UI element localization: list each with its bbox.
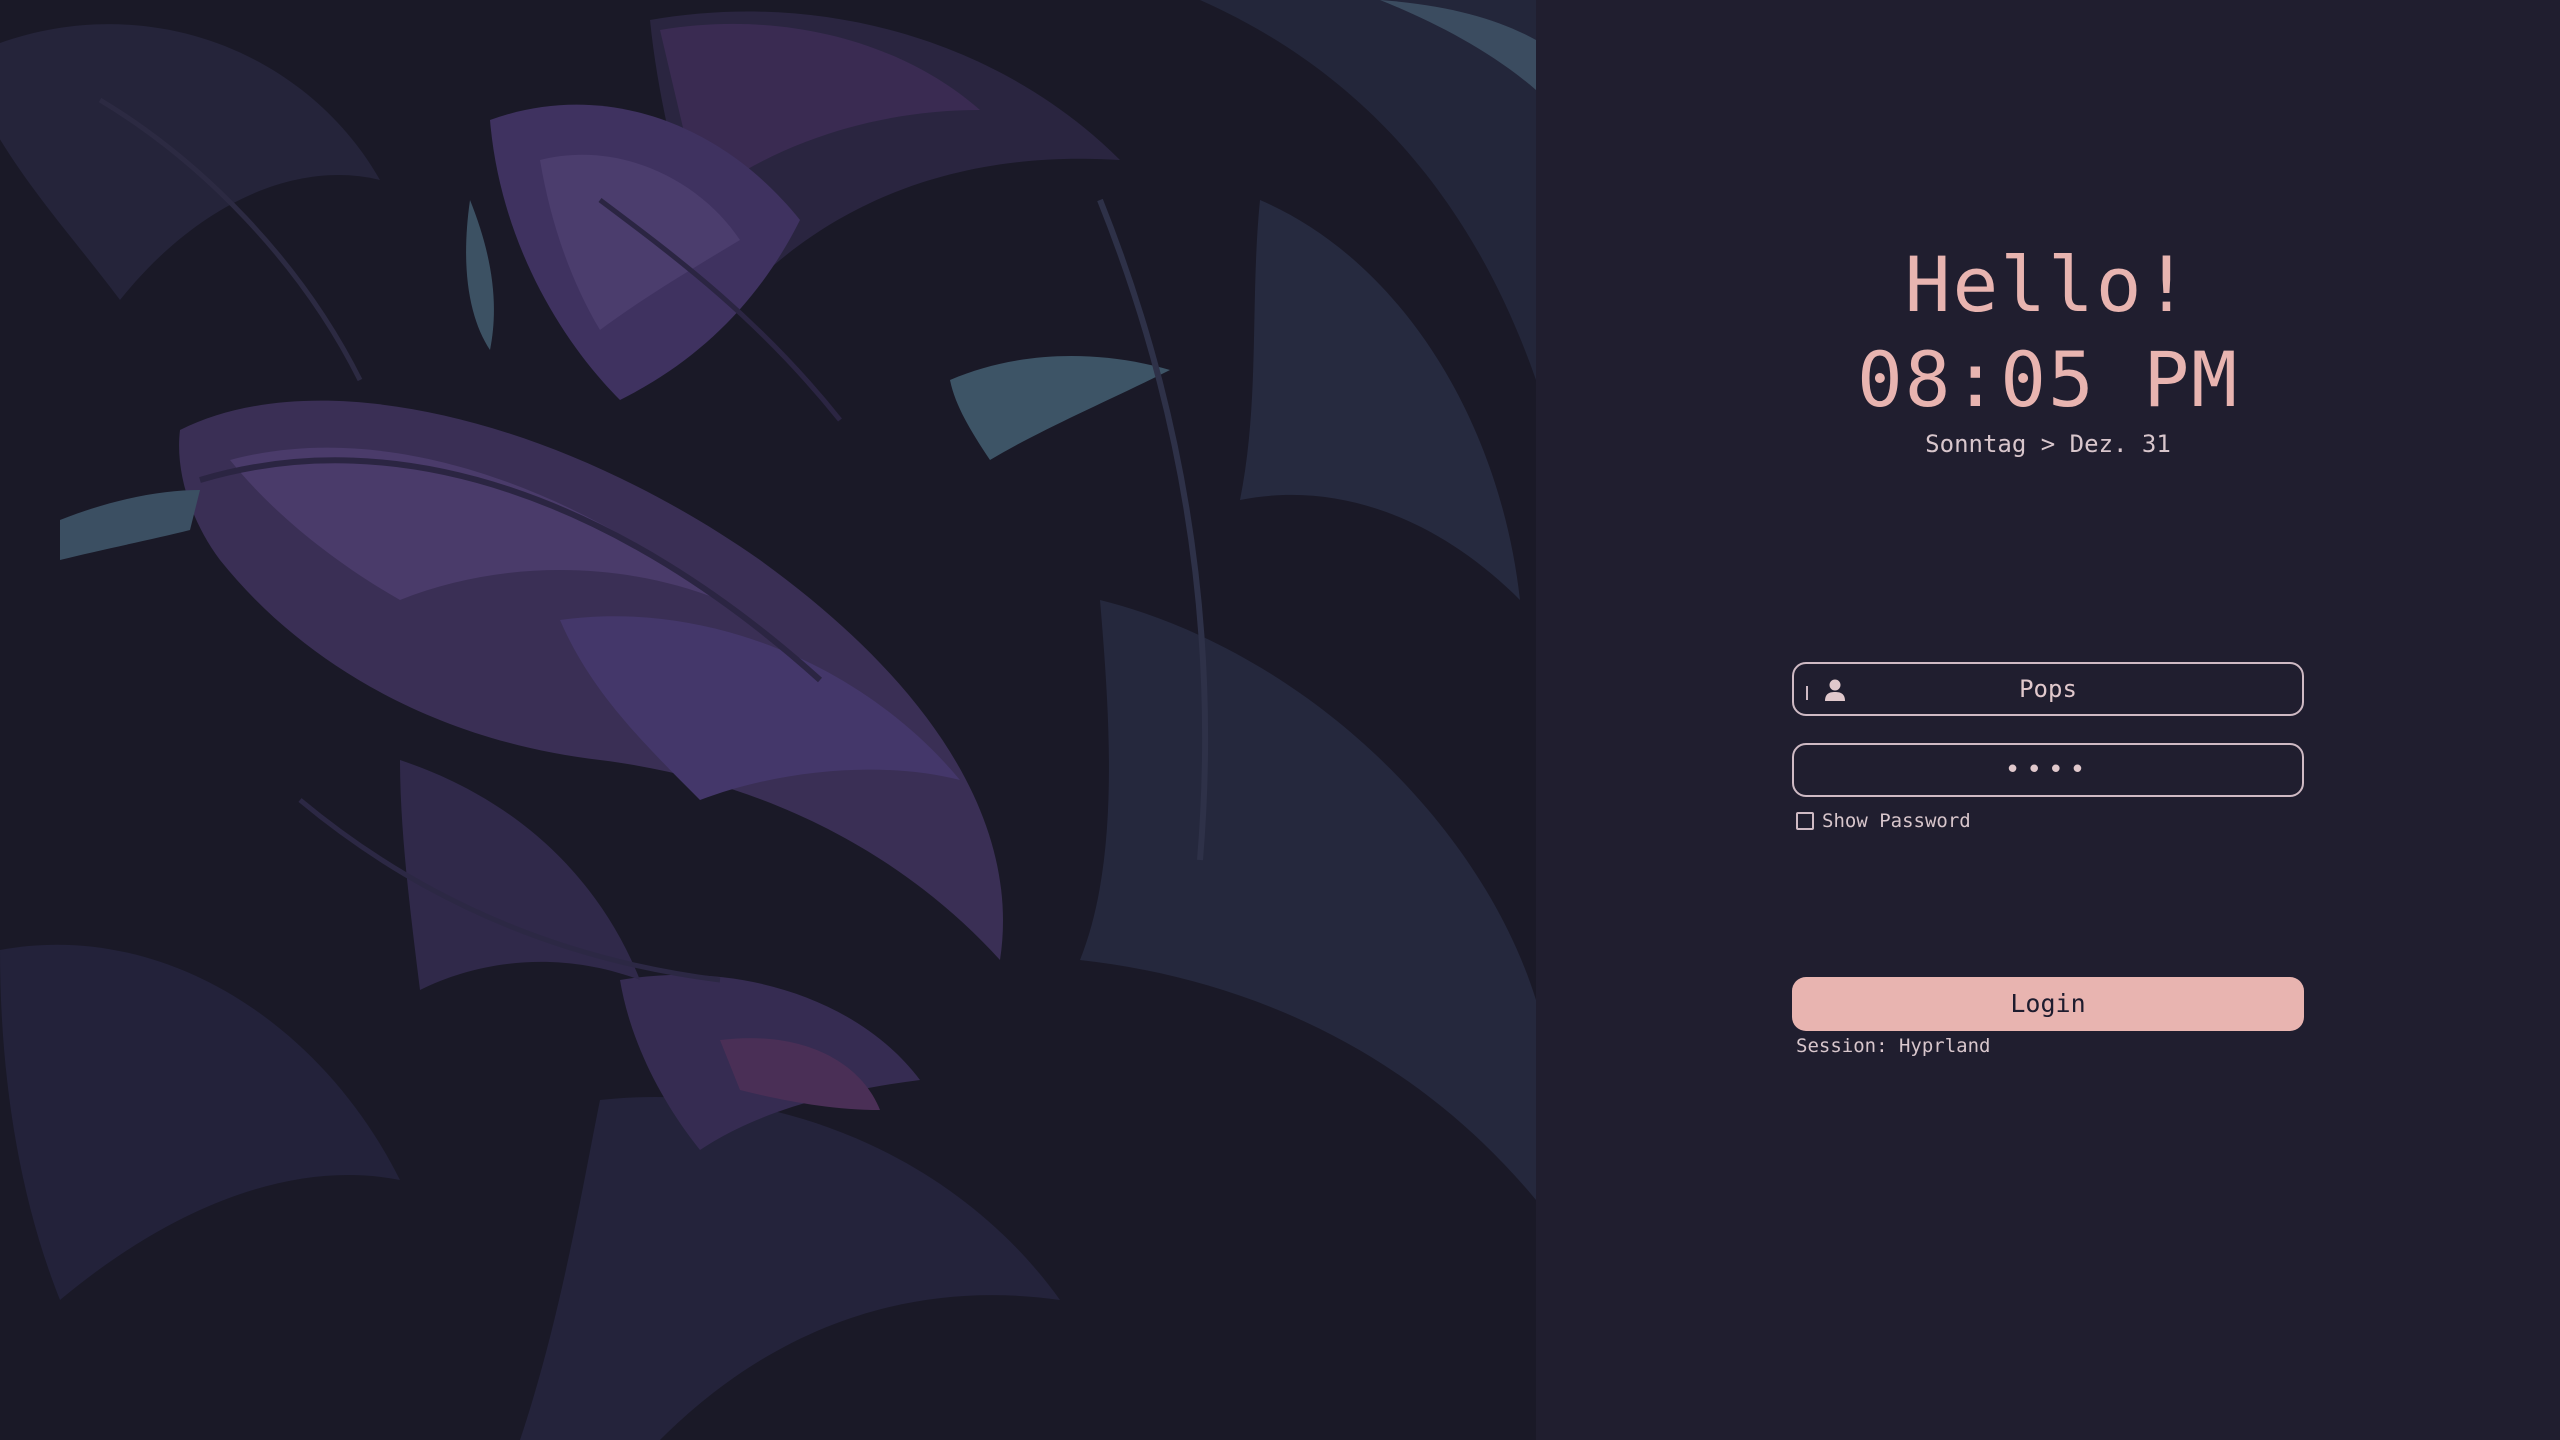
show-password-toggle[interactable]: Show Password bbox=[1796, 808, 1971, 834]
greeting-text: Hello! bbox=[1904, 240, 2192, 329]
username-field[interactable]: Pops bbox=[1792, 662, 2304, 716]
login-button[interactable]: Login bbox=[1792, 977, 2304, 1031]
login-screen: Hello! 08:05 PM Sonntag > Dez. 31 Pops •… bbox=[0, 0, 2560, 1440]
clock: 08:05 PM bbox=[1856, 335, 2240, 424]
username-value: Pops bbox=[2019, 675, 2077, 703]
date-label: Sonntag > Dez. 31 bbox=[1925, 430, 2171, 458]
checkbox-icon[interactable] bbox=[1796, 812, 1814, 830]
show-password-label: Show Password bbox=[1822, 810, 1971, 832]
password-field[interactable]: •••• bbox=[1792, 743, 2304, 797]
login-panel: Hello! 08:05 PM Sonntag > Dez. 31 Pops •… bbox=[1536, 0, 2560, 1440]
password-value: •••• bbox=[2004, 755, 2092, 785]
wallpaper-image bbox=[0, 0, 1536, 1440]
session-label[interactable]: Session: Hyprland bbox=[1796, 1032, 1990, 1060]
